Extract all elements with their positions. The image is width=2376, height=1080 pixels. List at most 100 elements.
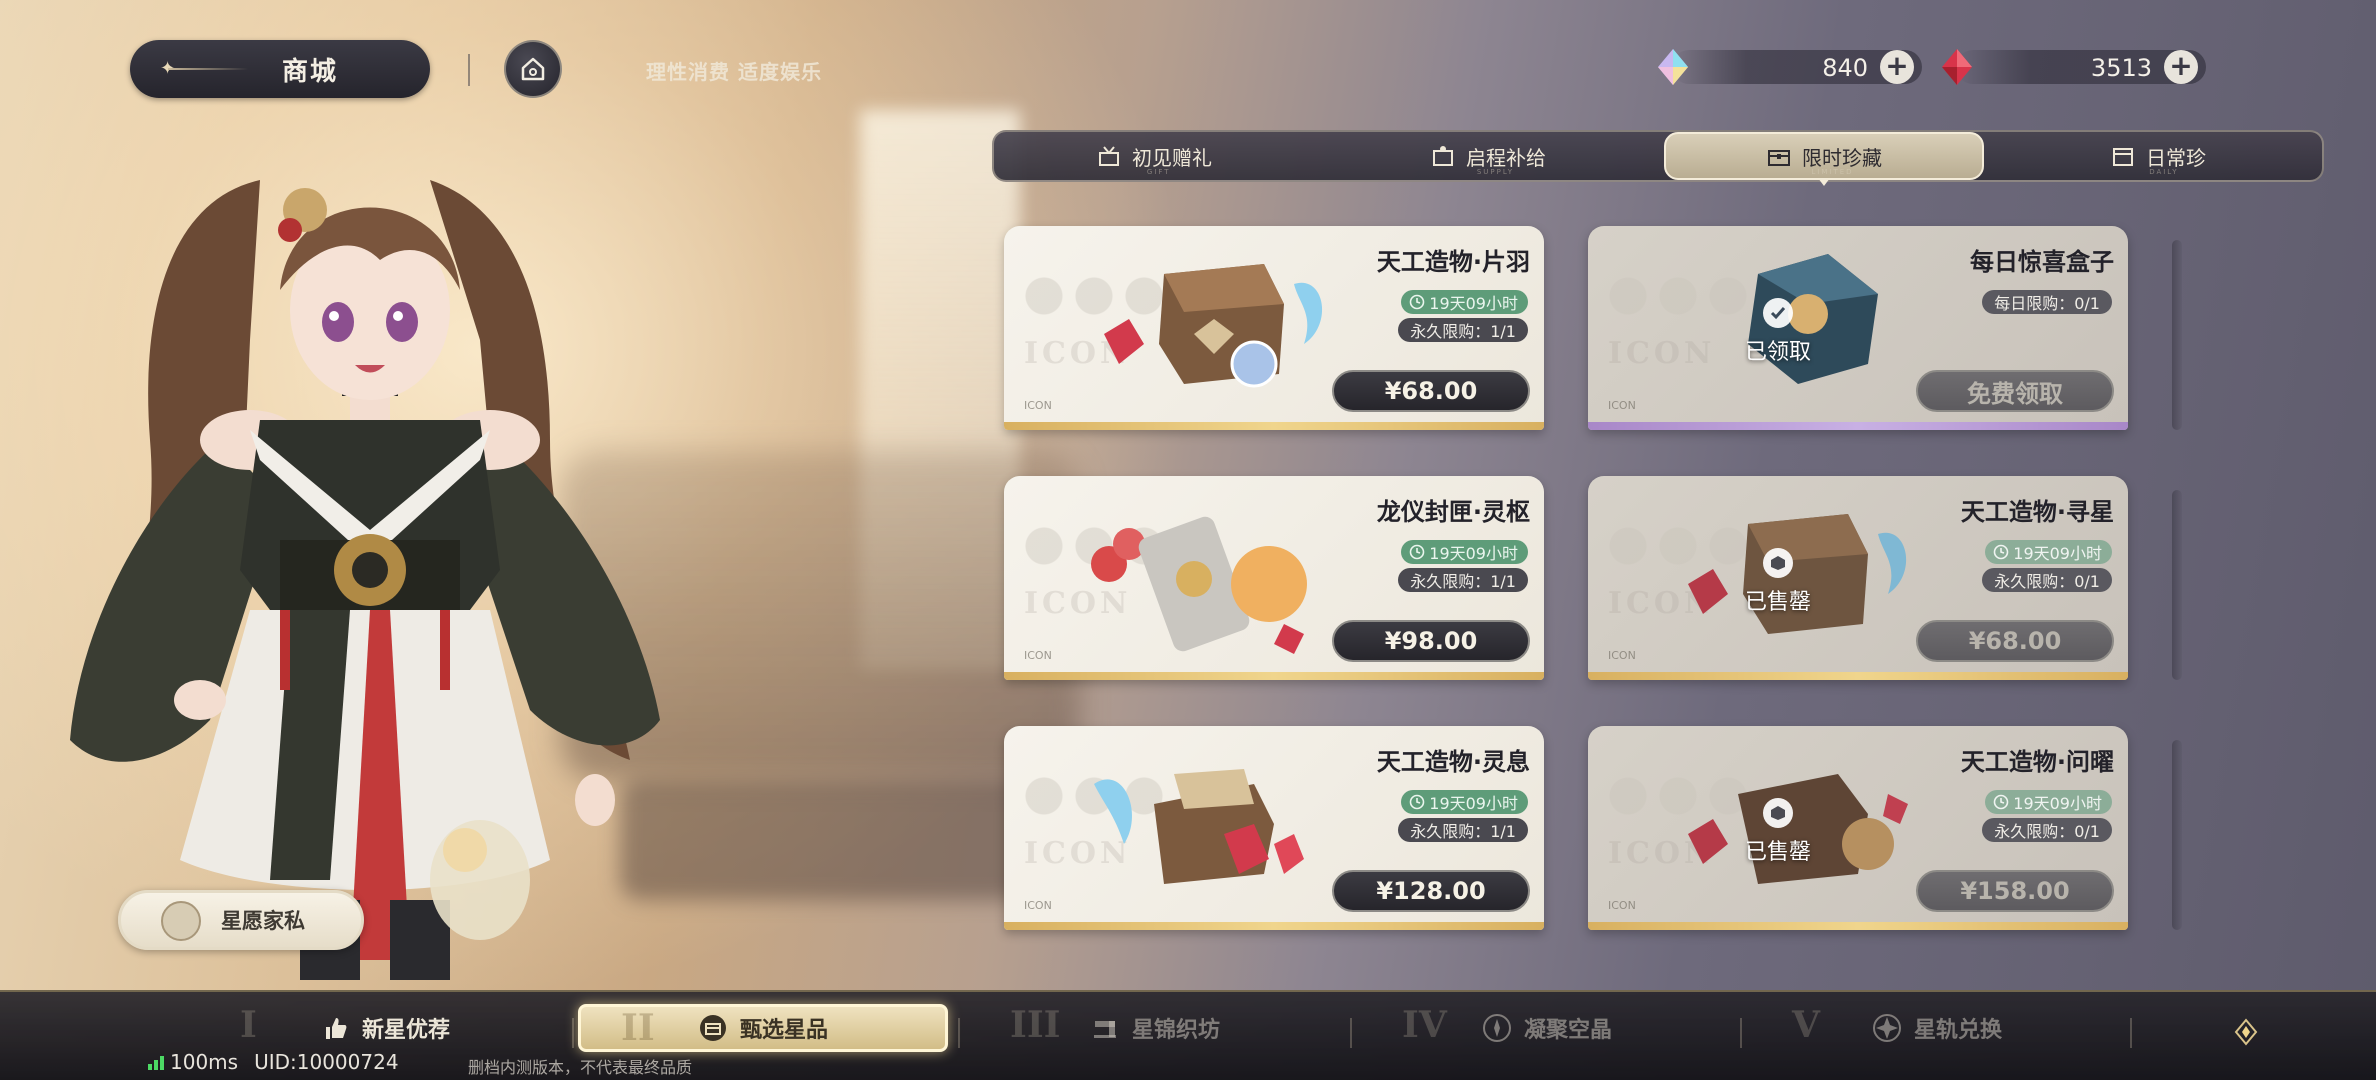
clock-icon <box>1409 544 1425 560</box>
product-name: 龙仪封匣·灵枢 <box>1376 498 1530 526</box>
price-button[interactable]: ¥98.00 <box>1332 620 1530 662</box>
crystal-star-icon <box>1482 1014 1511 1042</box>
time-remaining-badge: 19天09小时 <box>1401 290 1528 314</box>
clock-icon <box>1409 794 1425 810</box>
supply-box-icon <box>1433 146 1453 166</box>
sold-out-overlay: 已售罄 <box>1708 798 1848 866</box>
product-name: 天工造物·寻星 <box>1960 498 2114 526</box>
card-bottom-stripe <box>1588 422 2128 430</box>
timer-text: 19天09小时 <box>2013 544 2102 563</box>
card-icon-tag: ICON <box>1024 899 1052 912</box>
next-column-edge <box>2172 740 2182 930</box>
next-column-edge <box>2172 490 2182 680</box>
nav-roman-numeral: V <box>1792 1004 1820 1046</box>
product-card[interactable]: ICON ICON 天工造物·灵息 19天09小时 永久限购：1/1 ¥128.… <box>1004 726 1544 930</box>
page-title: 商城 <box>281 56 338 87</box>
tab-first-gift[interactable]: 初见赠礼 GIFT <box>994 134 1314 178</box>
box-icon <box>1763 548 1793 578</box>
home-icon <box>521 57 545 81</box>
page-title-pill: ✦ 商城 <box>130 40 430 98</box>
clock-icon <box>1993 544 2009 560</box>
purchase-limit-badge: 永久限购：1/1 <box>1398 818 1528 842</box>
nav-separator <box>1350 1018 1352 1048</box>
timer-text: 19天09小时 <box>1429 544 1518 563</box>
ping-indicator: 100ms <box>148 1050 238 1074</box>
price-button[interactable]: ¥68.00 <box>1332 370 1530 412</box>
time-remaining-badge: 19天09小时 <box>1401 790 1528 814</box>
product-card[interactable]: ICON ICON 天工造物·片羽 19天09小时 永久限购：1/1 ¥68.0… <box>1004 226 1544 430</box>
product-image <box>1091 516 1307 654</box>
nav-label: 甄选星品 <box>739 1018 828 1043</box>
tab-sublabel: GIFT <box>1146 168 1171 176</box>
product-card[interactable]: ICON ICON 龙仪封匣·灵枢 19天09小时 永久限购：1/1 ¥98.0… <box>1004 476 1544 680</box>
nav-item-new-star-recommend[interactable]: I 新星优荐 <box>200 1004 570 1052</box>
tab-departure-supply[interactable]: 启程补给 SUPPLY <box>1328 134 1648 178</box>
box-icon <box>1763 798 1793 828</box>
price-button[interactable]: ¥158.00 <box>1916 870 2114 912</box>
next-page-arrow-icon[interactable] <box>2228 1014 2264 1050</box>
tab-label: 限时珍藏 <box>1802 145 1882 170</box>
treasure-chest-icon <box>1768 150 1790 166</box>
ping-value: 100ms <box>170 1050 239 1074</box>
tab-label: 日常珍 <box>2146 145 2206 170</box>
nav-roman-numeral: III <box>1010 1004 1061 1046</box>
test-version-disclaimer: 删档内测版本，不代表最终品质 <box>468 1058 693 1077</box>
currency-value: 3513 <box>2090 54 2152 82</box>
compass-star-icon <box>1872 1014 1901 1042</box>
currency-value: 840 <box>1822 54 1868 82</box>
home-button[interactable] <box>504 40 562 98</box>
tab-limited-collection[interactable]: 限时珍藏 LIMITED <box>1664 132 1984 186</box>
nav-label: 星锦织坊 <box>1131 1018 1220 1043</box>
nav-label: 凝聚空晶 <box>1523 1018 1612 1043</box>
product-card[interactable]: ICON ICON 已售罄 天工造物·问曜 19天09小时 永久限购：0/1 ¥… <box>1588 726 2128 930</box>
purchase-limit-badge: 永久限购：1/1 <box>1398 318 1528 342</box>
card-bottom-stripe <box>1004 672 1544 680</box>
sold-out-overlay: 已售罄 <box>1708 548 1848 616</box>
nav-item-star-brocade-workshop[interactable]: III 星锦织坊 <box>970 1004 1340 1052</box>
add-currency-button[interactable]: + <box>2164 50 2198 84</box>
product-image <box>1104 264 1323 388</box>
product-card[interactable]: ICON ICON 已领取 每日惊喜盒子 每日限购：0/1 免费领取 <box>1588 226 2128 430</box>
timer-text: 19天09小时 <box>1429 794 1518 813</box>
timer-text: 19天09小时 <box>2013 794 2102 813</box>
tab-sublabel: DAILY <box>2149 168 2179 176</box>
currency-rainbow-crystal: 840 + <box>1652 46 1922 88</box>
rainbow-crystal-icon <box>1658 49 1688 85</box>
card-bottom-stripe <box>1588 672 2128 680</box>
nav-separator <box>2130 1018 2132 1048</box>
furniture-icon <box>161 901 201 941</box>
tab-daily[interactable]: 日常珍 DAILY <box>1998 134 2318 178</box>
product-image <box>1094 769 1304 884</box>
tab-label: 启程补给 <box>1466 145 1546 170</box>
shrine-label: 星愿家私 <box>221 908 305 933</box>
timer-text: 19天09小时 <box>1429 294 1518 313</box>
tab-sublabel: LIMITED <box>1811 168 1854 176</box>
product-card[interactable]: ICON ICON 已售罄 天工造物·寻星 19天09小时 永久限购：0/1 ¥… <box>1588 476 2128 680</box>
product-name: 天工造物·问曜 <box>1960 748 2114 776</box>
treasure-chest-icon <box>699 1015 726 1041</box>
nav-label: 新星优荐 <box>361 1018 450 1043</box>
signal-icon <box>148 1054 164 1070</box>
nav-label: 星轨兑换 <box>1913 1018 2002 1043</box>
product-name: 每日惊喜盒子 <box>1970 248 2114 276</box>
nav-roman-numeral: IV <box>1402 1004 1447 1046</box>
tab-sublabel: SUPPLY <box>1476 168 1515 176</box>
daily-calendar-icon <box>2113 148 2133 166</box>
nav-item-star-track-exchange[interactable]: V 星轨兑换 <box>1752 1004 2122 1052</box>
nav-item-condensed-crystal[interactable]: IV 凝聚空晶 <box>1362 1004 1732 1052</box>
card-bottom-stripe <box>1588 922 2128 930</box>
price-button[interactable]: ¥68.00 <box>1916 620 2114 662</box>
price-button[interactable]: ¥128.00 <box>1332 870 1530 912</box>
star-wish-furniture-button[interactable]: 星愿家私 <box>118 890 364 950</box>
status-text: 已售罄 <box>1744 590 1811 615</box>
nav-roman-numeral: I <box>240 1004 257 1046</box>
card-icon-tag: ICON <box>1608 899 1636 912</box>
claimed-overlay: 已领取 <box>1708 298 1848 366</box>
free-claim-button[interactable]: 免费领取 <box>1916 370 2114 412</box>
time-remaining-badge: 19天09小时 <box>1985 540 2112 564</box>
product-name: 天工造物·片羽 <box>1376 248 1530 276</box>
shop-category-tabs: 初见赠礼 GIFT 启程补给 SUPPLY 限时珍藏 LIMITED 日常珍 D… <box>992 130 2324 186</box>
nav-item-selected-star-goods[interactable]: II 甄选星品 <box>578 1004 948 1052</box>
add-currency-button[interactable]: + <box>1880 50 1914 84</box>
status-text: 已领取 <box>1744 340 1811 365</box>
